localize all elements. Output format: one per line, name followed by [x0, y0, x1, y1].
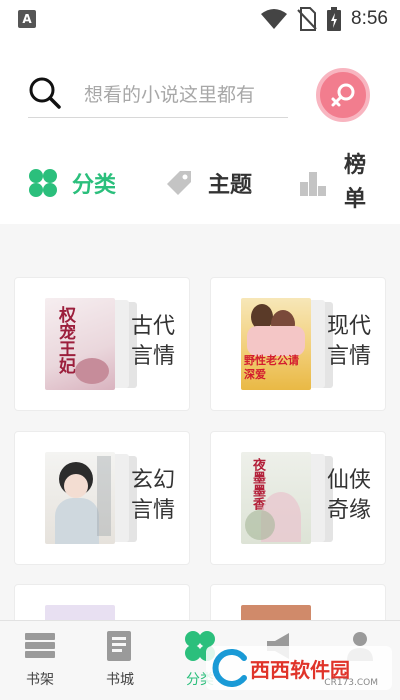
watermark-subtext: CR173.COM — [324, 678, 378, 688]
clover-icon — [29, 169, 57, 197]
category-card[interactable] — [14, 584, 190, 620]
category-card[interactable] — [210, 584, 386, 620]
no-sim-icon — [297, 7, 317, 31]
category-card-fantasy-romance[interactable]: 玄幻言情 — [14, 431, 190, 565]
book-cover-stack: 夜墨墨香 — [241, 452, 333, 544]
watermark: 西西软件园 CR173.COM — [206, 646, 392, 690]
gender-switch-button[interactable] — [316, 68, 370, 122]
category-label: 仙侠奇缘 — [327, 468, 372, 523]
nav-bookshelf[interactable]: 书架 — [0, 629, 80, 695]
tab-theme-label: 主题 — [208, 173, 253, 198]
search-input[interactable]: 想看的小说这里都有 — [84, 80, 255, 107]
notification-icon: A — [18, 10, 36, 28]
bookshelf-icon — [25, 633, 55, 658]
book-cover: 夜墨墨香 — [241, 452, 311, 544]
book-cover-stack: 野性老公请深爱 — [241, 298, 333, 390]
category-label: 现代言情 — [327, 314, 372, 369]
category-label: 古代言情 — [131, 314, 176, 369]
tab-category[interactable]: 分类 — [28, 148, 116, 218]
tab-ranking[interactable]: 榜单 — [298, 148, 368, 218]
book-city-icon — [107, 631, 131, 661]
category-label: 玄幻言情 — [131, 468, 176, 523]
tag-icon — [167, 171, 191, 195]
search-icon[interactable] — [28, 76, 62, 110]
header: 想看的小说这里都有 分类 主题 榜单 — [0, 38, 400, 224]
nav-bookstore[interactable]: 书城 — [80, 629, 160, 695]
status-icons: 8:56 — [261, 6, 388, 32]
book-cover-stack — [45, 452, 137, 544]
female-icon — [331, 83, 355, 107]
search-bar[interactable]: 想看的小说这里都有 — [28, 66, 288, 118]
book-cover: 权宠王妃 — [45, 298, 115, 390]
category-card-ancient-romance[interactable]: 权宠王妃 古代言情 — [14, 277, 190, 411]
category-tabs: 分类 主题 榜单 — [0, 148, 400, 224]
watermark-logo-icon — [212, 649, 247, 687]
tab-category-label: 分类 — [72, 173, 117, 198]
status-bar: A 8:56 — [0, 0, 400, 38]
category-card-modern-romance[interactable]: 野性老公请深爱 现代言情 — [210, 277, 386, 411]
book-cover: 野性老公请深爱 — [241, 298, 311, 390]
wifi-icon — [261, 9, 288, 29]
tab-ranking-label: 榜单 — [344, 153, 367, 212]
nav-bookshelf-label: 书架 — [26, 672, 54, 688]
nav-bookstore-label: 书城 — [106, 672, 134, 688]
category-grid: 权宠王妃 古代言情 野性老公请深爱 现代言情 玄幻言情 夜墨墨香 仙侠奇缘 — [0, 224, 400, 620]
book-cover-stack: 权宠王妃 — [45, 298, 137, 390]
book-cover — [45, 605, 115, 620]
category-card-xianxia-romance[interactable]: 夜墨墨香 仙侠奇缘 — [210, 431, 386, 565]
book-cover — [45, 452, 115, 544]
status-time: 8:56 — [351, 8, 388, 29]
tab-theme[interactable]: 主题 — [164, 148, 252, 218]
battery-charging-icon — [327, 7, 342, 31]
bar-chart-icon — [300, 172, 326, 196]
book-cover — [241, 605, 311, 620]
